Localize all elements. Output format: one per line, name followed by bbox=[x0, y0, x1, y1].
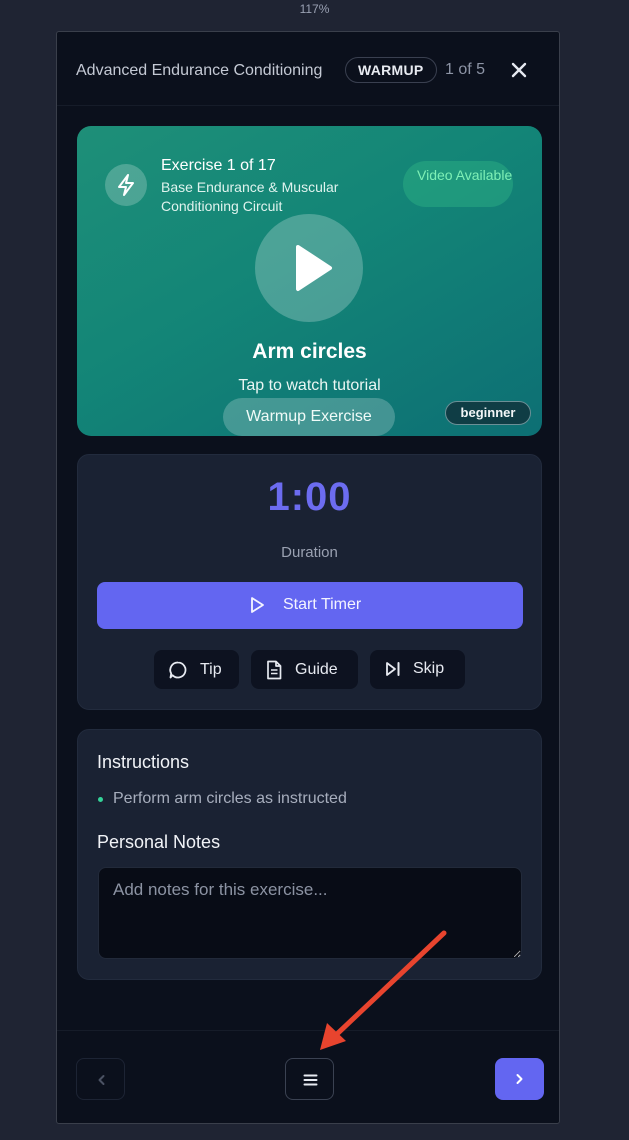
tap-hint: Tap to watch tutorial bbox=[238, 377, 381, 394]
play-video-button[interactable] bbox=[255, 214, 363, 322]
exercise-count: Exercise 1 of 17 bbox=[161, 157, 276, 174]
video-available-badge: Video Available bbox=[403, 161, 513, 207]
phase-badge: WARMUP bbox=[345, 57, 437, 83]
exercise-list-button[interactable] bbox=[285, 1058, 334, 1100]
exercise-name: Arm circles bbox=[252, 340, 367, 363]
zoom-level-label: 117% bbox=[299, 2, 330, 16]
instructions-title: Instructions bbox=[97, 752, 190, 772]
previous-exercise-button[interactable] bbox=[76, 1058, 125, 1100]
play-outline-icon bbox=[251, 597, 264, 613]
skip-button[interactable]: Skip bbox=[370, 650, 465, 689]
guide-button[interactable]: Guide bbox=[251, 650, 358, 689]
timer-card: 1:00 Duration Start Timer Tip Guide Skip bbox=[77, 454, 542, 710]
tip-button[interactable]: Tip bbox=[154, 650, 239, 689]
workout-title: Advanced Endurance Conditioning bbox=[76, 62, 323, 79]
chevron-left-icon bbox=[98, 1075, 105, 1085]
difficulty-badge: beginner bbox=[445, 401, 531, 425]
menu-icon bbox=[303, 1074, 318, 1086]
start-timer-label: Start Timer bbox=[283, 596, 362, 613]
phase-progress: 1 of 5 bbox=[445, 61, 486, 78]
play-icon bbox=[296, 245, 332, 291]
bullet-dot bbox=[98, 796, 103, 802]
start-timer-button[interactable]: Start Timer bbox=[97, 582, 523, 629]
speech-bubble-icon bbox=[169, 661, 187, 679]
instructions-card: Instructions Perform arm circles as inst… bbox=[77, 729, 542, 980]
exercise-type-pill: Warmup Exercise bbox=[223, 398, 395, 436]
instruction-text: Perform arm circles as instructed bbox=[113, 790, 347, 807]
skip-forward-icon bbox=[386, 662, 400, 676]
next-exercise-button[interactable] bbox=[495, 1058, 544, 1100]
modal-header: Advanced Endurance Conditioning WARMUP 1… bbox=[57, 32, 559, 106]
chevron-right-icon bbox=[516, 1074, 523, 1084]
exercise-video-card[interactable]: Exercise 1 of 17 Base Endurance & Muscul… bbox=[77, 126, 542, 436]
circuit-name: Base Endurance & Muscular Conditioning C… bbox=[161, 179, 339, 214]
lightning-bolt-icon bbox=[118, 174, 134, 196]
modal-footer bbox=[57, 1030, 559, 1123]
exercise-modal: Advanced Endurance Conditioning WARMUP 1… bbox=[56, 31, 560, 1124]
timer-display: 1:00 bbox=[267, 475, 352, 519]
skip-label: Skip bbox=[413, 660, 445, 677]
tip-label: Tip bbox=[200, 661, 222, 678]
instruction-item: Perform arm circles as instructed bbox=[98, 790, 347, 808]
personal-notes-input[interactable] bbox=[98, 867, 522, 959]
document-icon bbox=[267, 660, 282, 680]
bolt-badge bbox=[105, 164, 147, 206]
personal-notes-title: Personal Notes bbox=[97, 832, 221, 852]
close-button[interactable] bbox=[507, 58, 531, 82]
close-icon bbox=[511, 62, 527, 78]
timer-label: Duration bbox=[281, 544, 338, 561]
guide-label: Guide bbox=[295, 661, 338, 678]
